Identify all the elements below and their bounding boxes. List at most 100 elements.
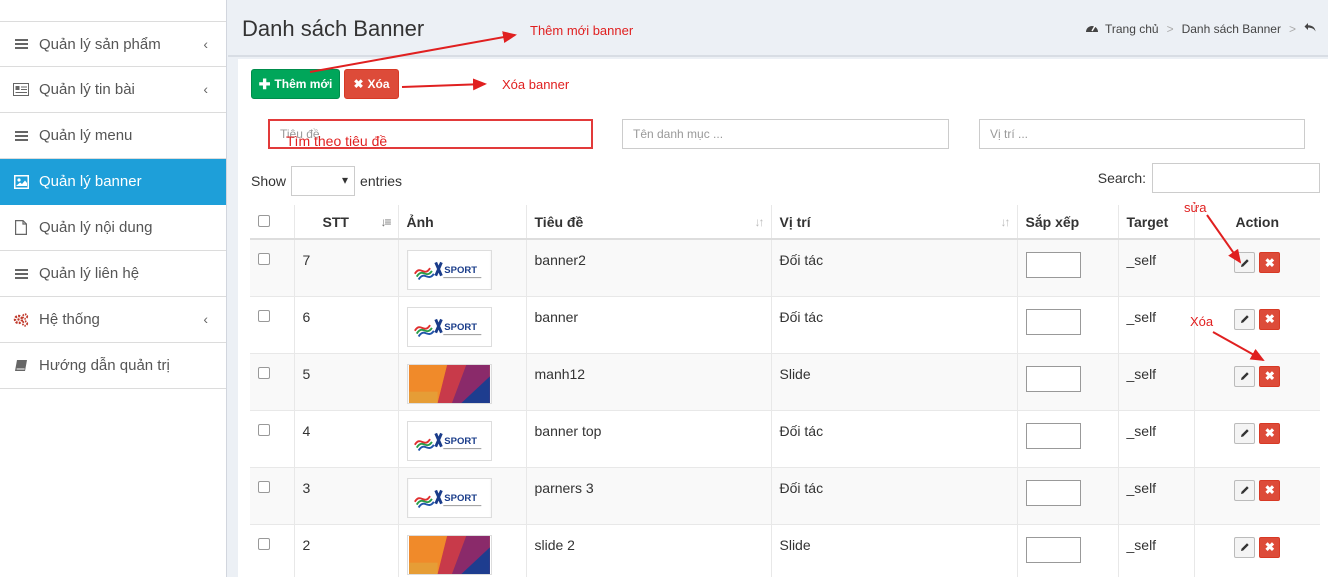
chevron-left-icon: ‹: [203, 36, 208, 52]
add-banner-button[interactable]: ✚ Thêm mới: [251, 69, 340, 99]
stt-cell: 3: [294, 467, 399, 524]
order-cell: [1017, 296, 1119, 353]
action-cell: ✖: [1194, 467, 1320, 524]
table-row: 4 SPORT banner top Đối tác _self ✖: [250, 410, 1320, 467]
row-select-cell: [250, 353, 295, 410]
action-cell: ✖: [1194, 353, 1320, 410]
column-header-position[interactable]: Vị trí ↓↑: [771, 205, 1018, 240]
action-cell: ✖: [1194, 524, 1320, 577]
back-icon[interactable]: [1304, 22, 1316, 36]
banner-thumbnail: [406, 363, 492, 404]
bars-icon: [13, 36, 29, 52]
image-cell: SPORT: [398, 296, 527, 353]
search-label: Search:: [1097, 170, 1146, 186]
sidebar-item-menu[interactable]: Quản lý menu: [0, 113, 226, 159]
svg-text:SPORT: SPORT: [444, 492, 477, 503]
column-header-title[interactable]: Tiêu đề ↓↑: [526, 205, 772, 240]
row-checkbox[interactable]: [258, 253, 270, 265]
position-filter-placeholder: Vị trí ...: [990, 127, 1029, 141]
sidebar-item-label: Quản lý tin bài: [39, 81, 135, 98]
edit-button[interactable]: [1234, 252, 1256, 273]
pencil-icon: [1240, 258, 1249, 267]
order-cell: [1017, 353, 1119, 410]
position-value: Đối tác: [779, 479, 824, 496]
sidebar-item-system[interactable]: Hệ thống ‹: [0, 297, 226, 343]
sidebar-item-articles[interactable]: Quản lý tin bài ‹: [0, 67, 226, 113]
order-input[interactable]: [1025, 479, 1081, 506]
row-checkbox[interactable]: [258, 480, 270, 493]
row-checkbox[interactable]: [258, 537, 270, 550]
stt-value: 3: [302, 479, 311, 496]
image-cell: SPORT: [398, 410, 527, 467]
position-filter-input[interactable]: Vị trí ...: [979, 119, 1305, 149]
target-cell: _self: [1118, 467, 1195, 524]
select-all-checkbox[interactable]: [258, 214, 270, 227]
sidebar-item-banner[interactable]: Quản lý banner: [0, 159, 226, 205]
column-header-action: Action: [1194, 205, 1320, 240]
delete-row-button[interactable]: ✖: [1259, 422, 1281, 444]
edit-button[interactable]: [1234, 365, 1256, 387]
delete-row-button[interactable]: ✖: [1259, 479, 1281, 501]
row-select-cell: [250, 467, 295, 524]
delete-row-button[interactable]: ✖: [1259, 252, 1281, 273]
row-checkbox[interactable]: [258, 309, 270, 322]
sidebar-item-guide[interactable]: Hướng dẫn quản trị: [0, 343, 226, 389]
category-filter-input[interactable]: Tên danh mục ...: [622, 119, 949, 149]
title-value: parners 3: [534, 479, 594, 496]
add-button-label: Thêm mới: [274, 77, 333, 91]
column-header-target: Target: [1118, 205, 1195, 240]
position-cell: Đối tác: [771, 296, 1018, 353]
delete-banner-button[interactable]: ✖ Xóa: [344, 69, 399, 99]
target-cell: _self: [1118, 296, 1195, 353]
position-value: Đối tác: [779, 252, 824, 268]
title-value: banner: [534, 308, 579, 325]
table-row: 6 SPORT banner Đối tác _self ✖: [250, 296, 1320, 353]
order-input[interactable]: [1025, 365, 1081, 392]
row-checkbox[interactable]: [258, 423, 270, 436]
x-icon: ✖: [353, 77, 364, 91]
sidebar-item-content[interactable]: Quản lý nội dung: [0, 205, 226, 251]
row-select-cell: [250, 239, 295, 296]
delete-row-button[interactable]: ✖: [1259, 365, 1281, 387]
column-header-label: Tiêu đề: [534, 213, 584, 230]
image-cell: SPORT: [398, 239, 527, 296]
position-cell: Đối tác: [771, 410, 1018, 467]
sidebar-item-label: Hệ thống: [39, 311, 100, 328]
cogs-icon: [13, 312, 29, 328]
page-length-select[interactable]: [291, 166, 356, 196]
order-input[interactable]: [1025, 536, 1081, 563]
delete-row-button[interactable]: ✖: [1259, 308, 1281, 330]
target-value: _self: [1126, 252, 1157, 268]
image-cell: [398, 524, 527, 577]
row-checkbox[interactable]: [258, 366, 270, 379]
breadcrumb-separator: >: [1288, 22, 1296, 36]
stt-cell: 6: [294, 296, 399, 353]
sidebar: Quản lý sản phẩm ‹ Quản lý tin bài ‹ Quả…: [0, 0, 227, 577]
stt-value: 6: [302, 308, 311, 325]
breadcrumb-home[interactable]: Trang chủ: [1105, 22, 1159, 36]
search-input[interactable]: [1152, 163, 1320, 193]
order-input[interactable]: [1025, 422, 1081, 449]
stt-cell: 5: [294, 353, 399, 410]
select-all-header: [250, 205, 295, 240]
edit-button[interactable]: [1234, 422, 1256, 444]
edit-button[interactable]: [1234, 308, 1256, 330]
edit-button[interactable]: [1234, 536, 1256, 558]
annotation-search: Tìm theo tiêu đề: [286, 133, 388, 149]
edit-button[interactable]: [1234, 479, 1256, 501]
order-input[interactable]: [1025, 308, 1081, 335]
pencil-icon: [1240, 315, 1249, 323]
position-value: Slide: [779, 365, 811, 382]
title-cell: manh12: [526, 353, 772, 410]
order-input[interactable]: [1025, 252, 1081, 278]
column-header-stt[interactable]: STT ↓≡: [294, 205, 399, 240]
position-value: Đối tác: [779, 422, 824, 439]
delete-row-button[interactable]: ✖: [1259, 536, 1281, 558]
sidebar-item-label: Quản lý banner: [39, 173, 142, 190]
book-icon: [13, 358, 29, 374]
target-value: _self: [1126, 365, 1157, 382]
sidebar-item-contacts[interactable]: Quản lý liên hệ: [0, 251, 226, 297]
page-title: Danh sách Banner: [242, 16, 425, 41]
column-header-order: Sắp xếp: [1017, 205, 1119, 240]
sidebar-item-products[interactable]: Quản lý sản phẩm ‹: [0, 21, 226, 67]
